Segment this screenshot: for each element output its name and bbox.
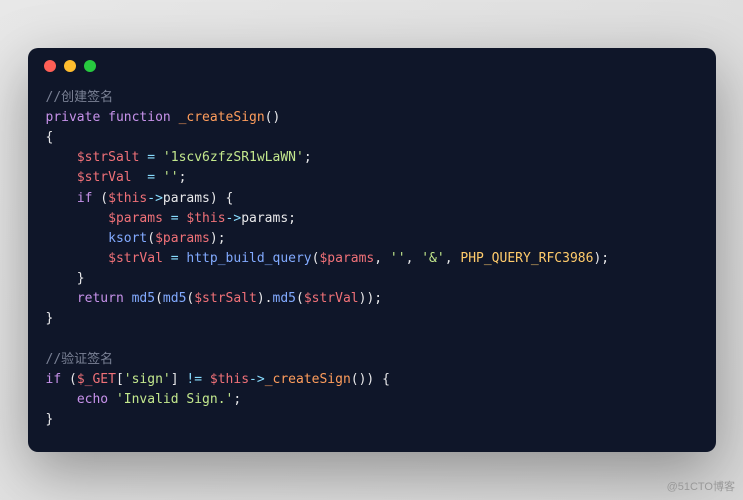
function-call: md5 <box>163 291 186 306</box>
punctuation: ; <box>304 150 312 165</box>
punctuation: ( <box>61 372 77 387</box>
string: '&' <box>421 251 444 266</box>
keyword: return <box>77 291 124 306</box>
variable: $params <box>155 231 210 246</box>
punctuation: ()) { <box>351 372 390 387</box>
keyword: function <box>108 110 171 125</box>
keyword: if <box>46 372 62 387</box>
function-call: http_build_query <box>186 251 311 266</box>
operator: = <box>163 211 186 226</box>
string: '' <box>163 170 179 185</box>
variable: $this <box>186 211 225 226</box>
variable: $this <box>210 372 249 387</box>
keyword: if <box>77 191 93 206</box>
maximize-icon[interactable] <box>84 60 96 72</box>
operator: = <box>163 251 186 266</box>
punctuation: ); <box>593 251 609 266</box>
brace: } <box>46 412 54 427</box>
punctuation: )); <box>359 291 382 306</box>
property: params <box>163 191 210 206</box>
variable: $params <box>319 251 374 266</box>
operator: -> <box>249 372 265 387</box>
punctuation: ). <box>257 291 273 306</box>
string: '1scv6zfzSR1wLaWN' <box>163 150 304 165</box>
punctuation: [ <box>116 372 124 387</box>
property: params <box>241 211 288 226</box>
variable: $_GET <box>77 372 116 387</box>
punctuation: ] <box>171 372 179 387</box>
function-call: ksort <box>108 231 147 246</box>
variable: $params <box>108 211 163 226</box>
variable: $strVal <box>77 170 132 185</box>
keyword: echo <box>77 392 108 407</box>
constant: PHP_QUERY_RFC3986 <box>460 251 593 266</box>
punctuation: ); <box>210 231 226 246</box>
punctuation: ( <box>147 231 155 246</box>
string: 'Invalid Sign.' <box>116 392 233 407</box>
operator: -> <box>226 211 242 226</box>
punctuation: ( <box>155 291 163 306</box>
string: '' <box>390 251 406 266</box>
function-name: _createSign <box>179 110 265 125</box>
punctuation: , <box>445 251 461 266</box>
operator: = <box>139 150 162 165</box>
punctuation: ; <box>179 170 187 185</box>
minimize-icon[interactable] <box>64 60 76 72</box>
space <box>124 291 132 306</box>
operator: = <box>132 170 163 185</box>
variable: $strSalt <box>77 150 140 165</box>
watermark: @51CTO博客 <box>667 478 735 494</box>
punctuation: ; <box>288 211 296 226</box>
close-icon[interactable] <box>44 60 56 72</box>
variable: $strVal <box>304 291 359 306</box>
function-call: md5 <box>273 291 296 306</box>
operator: -> <box>147 191 163 206</box>
string: 'sign' <box>124 372 171 387</box>
brace: { <box>46 130 54 145</box>
code-block: //创建签名 private function _createSign() { … <box>28 84 716 452</box>
window-titlebar <box>28 48 716 84</box>
brace: } <box>46 271 85 286</box>
comment: //验证签名 <box>46 352 114 367</box>
brace: } <box>46 311 54 326</box>
comment: //创建签名 <box>46 90 114 105</box>
operator: != <box>179 372 210 387</box>
punctuation: ( <box>92 191 108 206</box>
punctuation: ) { <box>210 191 233 206</box>
function-call: md5 <box>132 291 155 306</box>
punctuation: ( <box>296 291 304 306</box>
punctuation: , <box>406 251 422 266</box>
variable: $strVal <box>108 251 163 266</box>
punctuation: , <box>374 251 390 266</box>
code-window: //创建签名 private function _createSign() { … <box>28 48 716 452</box>
punctuation: () <box>265 110 281 125</box>
space <box>108 392 116 407</box>
function-name: _createSign <box>265 372 351 387</box>
punctuation: ; <box>233 392 241 407</box>
variable: $this <box>108 191 147 206</box>
keyword: private <box>46 110 101 125</box>
variable: $strSalt <box>194 291 257 306</box>
